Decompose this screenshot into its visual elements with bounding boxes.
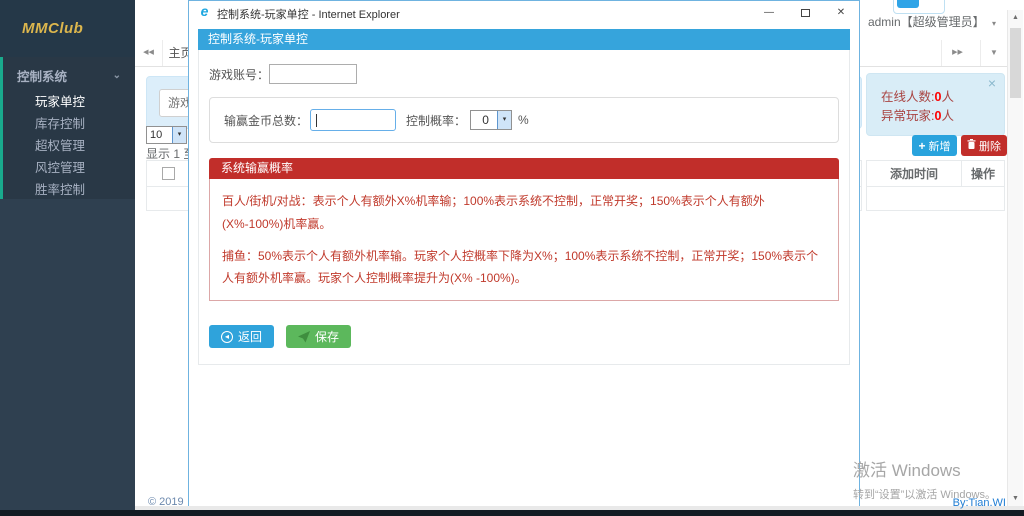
vertical-scrollbar[interactable]: ▲ ▼ xyxy=(1007,10,1023,507)
sidebar-section-label: 控制系统 xyxy=(17,66,67,85)
maximize-button[interactable] xyxy=(787,1,823,24)
scroll-down-icon[interactable]: ▼ xyxy=(1008,491,1023,507)
abnormal-player-line: 异常玩家:0人 xyxy=(881,105,954,124)
close-icon: ✕ xyxy=(837,7,845,18)
select-arrow-icon[interactable]: ▾ xyxy=(497,111,511,129)
form-actions: ◂ 返回 保存 xyxy=(209,325,839,348)
back-arrows-icon: ◀◀ xyxy=(143,49,154,56)
save-button-label: 保存 xyxy=(315,328,339,345)
paper-plane-icon xyxy=(298,331,310,343)
minimize-icon: — xyxy=(764,7,774,18)
back-circle-icon: ◂ xyxy=(221,331,233,343)
sidebar-item-risk-control[interactable]: 风控管理 xyxy=(3,157,135,179)
system-probability-alert: 系统输赢概率 百人/街机/对战：表示个人有额外X%机率输；100%表示系统不控制… xyxy=(209,158,839,301)
add-button[interactable]: + 新增 xyxy=(912,135,957,156)
chevron-down-icon: ⌄ xyxy=(113,70,121,81)
online-status-panel: × 在线人数:0人 异常玩家:0人 xyxy=(866,73,1005,136)
logo-area: MMClub xyxy=(0,0,135,57)
select-all-checkbox[interactable] xyxy=(162,167,175,180)
data-table-right: 添加时间 操作 xyxy=(866,160,1005,211)
minimize-button[interactable]: — xyxy=(751,1,787,24)
sidebar-item-super-auth[interactable]: 超权管理 xyxy=(3,135,135,157)
windows-activation-watermark: 激活 Windows 转到“设置”以激活 Windows。 xyxy=(853,456,996,502)
tabs-dropdown-button[interactable]: ▼ xyxy=(980,40,1007,66)
tabs-scroll-right-button[interactable]: ▶▶ xyxy=(941,40,973,66)
page-size-value: 10 xyxy=(147,127,172,143)
probability-value: 0 xyxy=(471,111,497,129)
screen: MMClub 控制系统 ⌄ 玩家单控 库存控制 超权管理 风控管理 胜率控制 a… xyxy=(0,0,1024,516)
scroll-up-icon[interactable]: ▲ xyxy=(1008,10,1023,26)
trash-icon xyxy=(967,139,976,153)
table-header-row: 添加时间 操作 xyxy=(866,160,1005,187)
probability-select[interactable]: 0 ▾ xyxy=(470,110,512,130)
plus-icon: + xyxy=(918,139,925,153)
account-label: 游戏账号： xyxy=(209,66,269,83)
app-logo: MMClub xyxy=(22,20,83,37)
back-button[interactable]: ◂ 返回 xyxy=(209,325,274,348)
admin-label: admin【超级管理员】 xyxy=(868,15,985,29)
dropdown-arrow-icon: ▼ xyxy=(990,48,998,57)
sidebar-section-control-system: 控制系统 ⌄ 玩家单控 库存控制 超权管理 风控管理 胜率控制 xyxy=(0,57,135,199)
delete-button[interactable]: 删除 xyxy=(961,135,1007,156)
sidebar-item-winrate-control[interactable]: 胜率控制 xyxy=(3,179,135,201)
sidebar-item-player-control[interactable]: 玩家单控 xyxy=(3,91,135,113)
popup-window: e 控制系统-玩家单控 - Internet Explorer — ✕ 控制系统… xyxy=(188,0,860,507)
close-button[interactable]: ✕ xyxy=(823,1,859,24)
page-size-select[interactable]: 10 ▾ xyxy=(146,126,187,144)
page-title: 控制系统-玩家单控 xyxy=(198,29,850,50)
text-caret xyxy=(316,114,317,127)
scrollbar-thumb[interactable] xyxy=(1010,28,1021,98)
table-row xyxy=(866,187,1005,211)
window-title: 控制系统-玩家单控 - Internet Explorer xyxy=(217,6,400,22)
alert-paragraph-1: 百人/街机/对战：表示个人有额外X%机率输；100%表示系统不控制，正常开奖；1… xyxy=(222,190,826,236)
back-button-label: 返回 xyxy=(238,328,262,345)
select-arrow-icon[interactable]: ▾ xyxy=(172,127,186,143)
window-controls: — ✕ xyxy=(751,1,859,24)
screen-bottom-edge xyxy=(0,510,1024,516)
alert-title: 系统输赢概率 xyxy=(209,158,839,179)
alert-paragraph-2: 捕鱼：50%表示个人有额外机率输。玩家个人控概率下降为X%；100%表示系统不控… xyxy=(222,245,826,291)
column-header-add-time: 添加时间 xyxy=(867,161,962,186)
maximize-icon xyxy=(801,9,810,17)
add-button-label: 新增 xyxy=(929,138,951,154)
sidebar-item-control-system[interactable]: 控制系统 ⌄ xyxy=(3,57,135,91)
watermark-line-1: 激活 Windows xyxy=(853,456,996,481)
internet-explorer-icon: e xyxy=(197,4,212,19)
sidebar: MMClub 控制系统 ⌄ 玩家单控 库存控制 超权管理 风控管理 胜率控制 xyxy=(0,0,135,511)
forward-arrows-icon: ▶▶ xyxy=(952,49,963,56)
column-header-action: 操作 xyxy=(962,165,1004,182)
percent-sign: % xyxy=(518,113,529,127)
window-titlebar: e 控制系统-玩家单控 - Internet Explorer — ✕ xyxy=(189,1,859,24)
caret-down-icon: ▾ xyxy=(992,19,996,28)
coins-input[interactable] xyxy=(310,109,396,131)
save-button[interactable]: 保存 xyxy=(286,325,351,348)
online-count-line: 在线人数:0人 xyxy=(881,86,954,105)
coins-probability-box: 输赢金币总数： 控制概率： 0 ▾ % xyxy=(209,97,839,143)
credit-text: By:Tian.WI xyxy=(928,497,1006,509)
partial-hidden-chip xyxy=(897,0,919,8)
delete-button-label: 删除 xyxy=(979,138,1001,154)
online-count-unit: 人 xyxy=(941,90,954,104)
account-input[interactable] xyxy=(269,64,357,84)
abnormal-player-label: 异常玩家: xyxy=(881,109,934,123)
online-count-label: 在线人数: xyxy=(881,90,934,104)
coins-label: 输赢金币总数： xyxy=(224,112,308,129)
account-row: 游戏账号： xyxy=(209,64,839,84)
tabs-scroll-left-button[interactable]: ◀◀ xyxy=(135,40,163,66)
form-panel: 游戏账号： 输赢金币总数： 控制概率： 0 ▾ % 系统输赢概率 百人/街机/对… xyxy=(198,50,850,365)
probability-label: 控制概率： xyxy=(406,112,466,129)
abnormal-player-unit: 人 xyxy=(941,109,954,123)
close-icon[interactable]: × xyxy=(988,75,996,91)
alert-body: 百人/街机/对战：表示个人有额外X%机率输；100%表示系统不控制，正常开奖；1… xyxy=(209,179,839,301)
sidebar-item-inventory-control[interactable]: 库存控制 xyxy=(3,113,135,135)
